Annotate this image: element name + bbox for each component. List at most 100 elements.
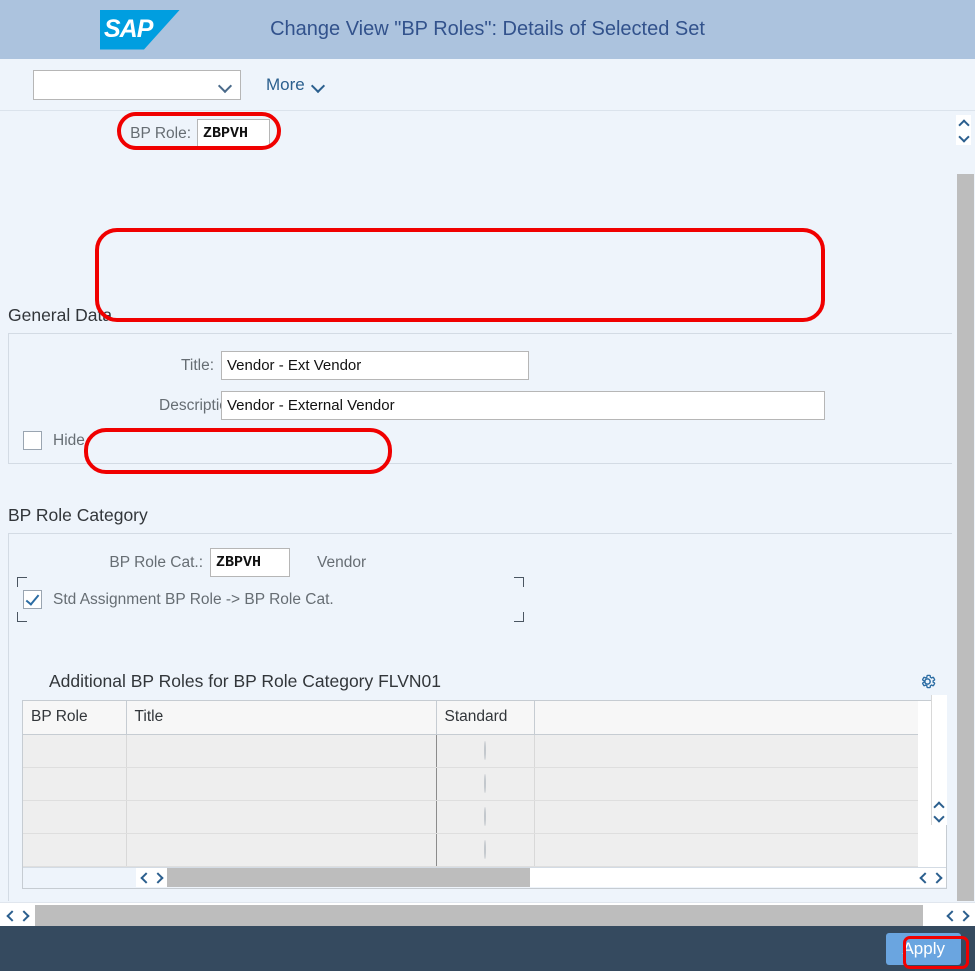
- cell-bp-role[interactable]: [23, 800, 127, 834]
- scroll-right-icon[interactable]: [20, 910, 29, 921]
- description-label: Description:: [159, 396, 241, 414]
- table-horizontal-scrollbar[interactable]: [23, 866, 946, 888]
- cell-standard[interactable]: [436, 767, 535, 801]
- std-assignment-checkbox[interactable]: [23, 590, 42, 609]
- table-hscroll-thumb[interactable]: [167, 868, 530, 887]
- additional-bp-roles-table-wrap: BP Role Title Standard: [22, 695, 947, 889]
- standard-radio[interactable]: [484, 839, 486, 859]
- title-field-row: Title: Vendor - Ext Vendor: [159, 351, 529, 380]
- standard-radio[interactable]: [484, 806, 486, 826]
- page-vscroll-arrows: [956, 115, 971, 145]
- scroll-right-icon[interactable]: [154, 872, 163, 883]
- scroll-left-icon[interactable]: [140, 872, 149, 883]
- bp-role-cat-label: BP Role Cat.:: [109, 553, 203, 571]
- title-input[interactable]: Vendor - Ext Vendor: [221, 351, 529, 380]
- cell-extra[interactable]: [534, 800, 918, 834]
- sap-logo: SAP: [100, 9, 180, 50]
- column-header-standard[interactable]: Standard: [436, 701, 535, 735]
- cell-title[interactable]: [126, 833, 437, 867]
- bp-role-cat-field-row: BP Role Cat.: ZBPVH Vendor: [97, 548, 366, 577]
- page-hscroll-thumb[interactable]: [35, 904, 923, 926]
- description-field-row: Description: Vendor - External Vendor: [159, 391, 825, 420]
- page-hscroll-left-arrows: [0, 910, 35, 921]
- more-menu-label: More: [266, 74, 305, 94]
- standard-radio[interactable]: [484, 740, 486, 760]
- table-row[interactable]: [23, 800, 918, 834]
- table-vscroll-arrows: [934, 799, 943, 823]
- std-assignment-label: Std Assignment BP Role -> BP Role Cat.: [53, 590, 334, 608]
- cell-standard[interactable]: [436, 800, 535, 834]
- page-hscroll-right-arrows: [940, 910, 975, 921]
- general-data-section-title: General Data: [8, 305, 113, 325]
- hide-checkbox-row[interactable]: Hide: [23, 431, 85, 450]
- table-row[interactable]: [23, 833, 918, 867]
- cell-bp-role[interactable]: [23, 767, 127, 801]
- cell-bp-role[interactable]: [23, 734, 127, 768]
- title-label: Title:: [180, 356, 214, 374]
- cell-extra[interactable]: [534, 734, 918, 768]
- toolbar: More: [0, 59, 975, 111]
- bp-role-cat-text: Vendor: [317, 553, 367, 571]
- more-menu-button[interactable]: More: [266, 75, 325, 95]
- bp-role-input[interactable]: ZBPVH: [197, 119, 270, 148]
- scroll-left-icon[interactable]: [6, 910, 15, 921]
- column-header-extra[interactable]: [534, 701, 918, 735]
- cell-title[interactable]: [126, 734, 437, 768]
- general-data-panel: Title: Vendor - Ext Vendor Description: …: [8, 333, 952, 464]
- cell-extra[interactable]: [534, 833, 918, 867]
- page-vscroll-track[interactable]: [957, 174, 974, 901]
- cell-title[interactable]: [126, 767, 437, 801]
- variant-select[interactable]: [33, 69, 241, 100]
- page-hscroll-track[interactable]: [35, 904, 940, 926]
- column-header-title[interactable]: Title: [126, 701, 437, 735]
- table-vertical-scrollbar[interactable]: [931, 695, 947, 825]
- hide-checkbox[interactable]: [23, 431, 42, 450]
- cell-title[interactable]: [126, 800, 437, 834]
- additional-bp-roles-block: Additional BP Roles for BP Role Category…: [22, 662, 947, 889]
- scroll-left-icon[interactable]: [946, 910, 955, 921]
- table-header-bar: Additional BP Roles for BP Role Category…: [22, 662, 947, 700]
- standard-radio[interactable]: [484, 773, 486, 793]
- cell-extra[interactable]: [534, 767, 918, 801]
- hide-checkbox-label: Hide: [53, 431, 85, 449]
- sap-logo-text: SAP: [104, 15, 153, 43]
- shell-header: SAP Change View "BP Roles": Details of S…: [0, 0, 975, 59]
- gear-icon[interactable]: [918, 672, 937, 691]
- page-vertical-scrollbar[interactable]: [952, 111, 975, 901]
- additional-bp-roles-table: BP Role Title Standard: [23, 701, 918, 867]
- table-hscroll-left-arrows: [136, 868, 167, 887]
- scroll-up-icon[interactable]: [959, 117, 968, 128]
- bp-role-category-panel: BP Role Cat.: ZBPVH Vendor Std Assignmen…: [8, 533, 952, 901]
- column-header-bp-role[interactable]: BP Role: [23, 701, 127, 735]
- bp-role-cat-input[interactable]: ZBPVH: [210, 548, 290, 577]
- scroll-right-icon[interactable]: [960, 910, 969, 921]
- form-scroll-view: BP Role: ZBPVH General Data Title: Vendo…: [0, 111, 952, 901]
- scroll-up-icon[interactable]: [934, 799, 943, 810]
- table-row[interactable]: [23, 767, 918, 801]
- footer-bar: Apply: [0, 926, 975, 971]
- cell-bp-role[interactable]: [23, 833, 127, 867]
- std-assignment-checkbox-row[interactable]: Std Assignment BP Role -> BP Role Cat.: [23, 590, 334, 609]
- scroll-left-icon[interactable]: [919, 872, 928, 883]
- table-caption: Additional BP Roles for BP Role Category…: [49, 670, 442, 691]
- content-area: BP Role: ZBPVH General Data Title: Vendo…: [0, 111, 975, 901]
- sap-logo-shape: SAP: [100, 9, 180, 50]
- table-row[interactable]: [23, 734, 918, 768]
- scroll-down-icon[interactable]: [934, 812, 943, 823]
- table-header-row: BP Role Title Standard: [23, 701, 918, 735]
- chevron-down-icon: [312, 81, 325, 89]
- bp-role-label: BP Role:: [130, 124, 191, 142]
- page-horizontal-scrollbar[interactable]: [0, 902, 975, 927]
- apply-button[interactable]: Apply: [886, 932, 961, 965]
- table-hscroll-right-arrows: [915, 868, 946, 887]
- page-vscroll-thumb[interactable]: [957, 174, 974, 901]
- table-body: [23, 734, 918, 867]
- scroll-right-icon[interactable]: [933, 872, 942, 883]
- description-input[interactable]: Vendor - External Vendor: [221, 391, 825, 420]
- cell-standard[interactable]: [436, 734, 535, 768]
- cell-standard[interactable]: [436, 833, 535, 867]
- scroll-down-icon[interactable]: [959, 132, 968, 143]
- table-hscroll-track[interactable]: [167, 868, 915, 887]
- chevron-down-icon: [219, 81, 232, 89]
- bp-role-field-row: BP Role: ZBPVH: [121, 119, 270, 148]
